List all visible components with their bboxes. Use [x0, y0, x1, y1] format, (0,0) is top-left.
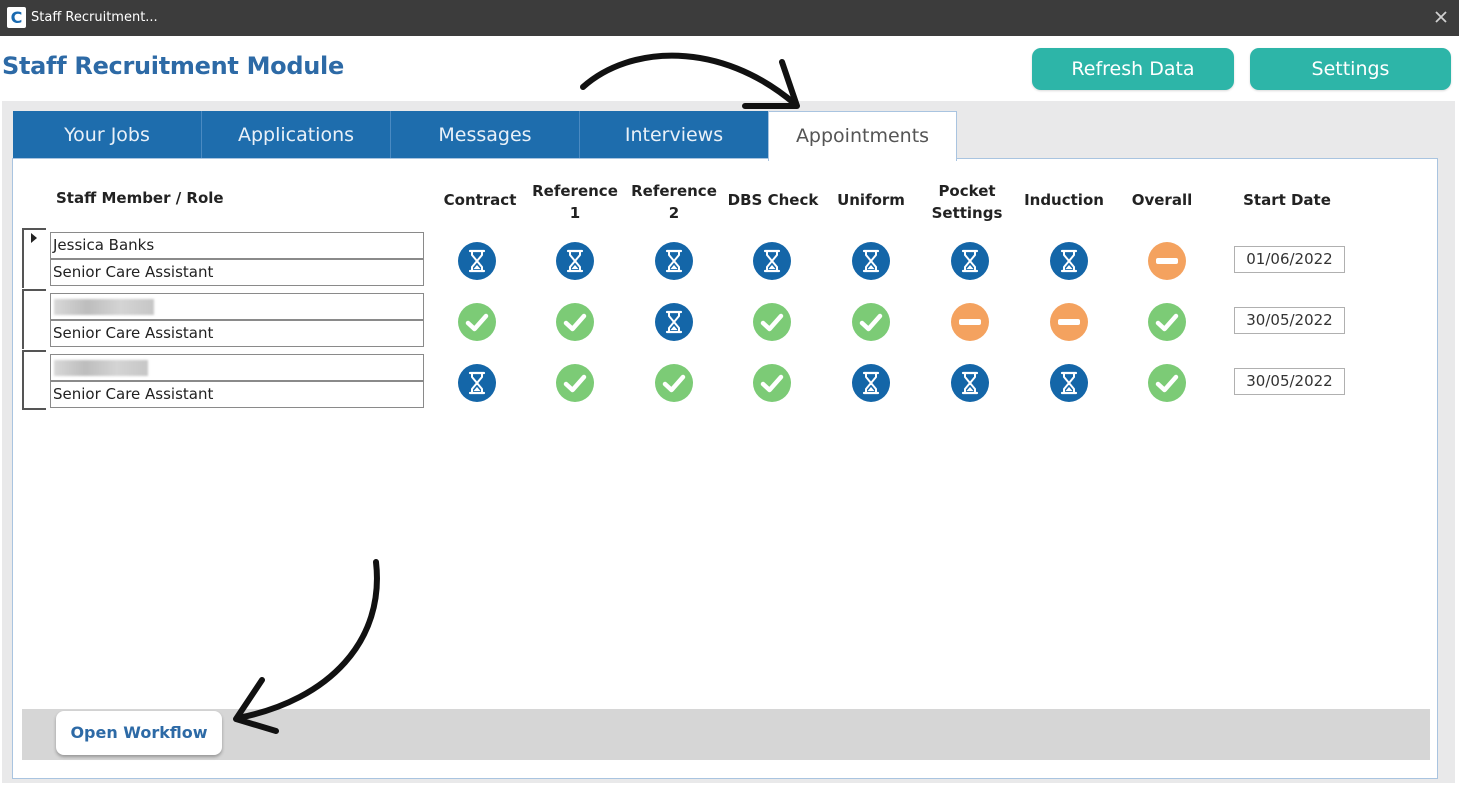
row-selector[interactable] [22, 350, 46, 410]
hourglass-icon[interactable] [457, 241, 497, 281]
minus-circle-icon[interactable] [1147, 241, 1187, 281]
check-circle-icon[interactable] [752, 363, 792, 403]
redacted-name [54, 299, 154, 315]
staff-role-field[interactable]: Senior Care Assistant [50, 259, 424, 286]
check-circle-icon[interactable] [851, 302, 891, 342]
tab-applications[interactable]: Applications [202, 111, 391, 159]
window-title: Staff Recruitment... [31, 10, 158, 25]
hourglass-icon[interactable] [1049, 241, 1089, 281]
tab-appointments[interactable]: Appointments [768, 111, 957, 161]
staff-role-field[interactable]: Senior Care Assistant [50, 320, 424, 347]
hourglass-icon[interactable] [654, 302, 694, 342]
hourglass-icon[interactable] [457, 363, 497, 403]
column-header: DBS Check [727, 191, 819, 209]
column-header: Start Date [1243, 191, 1331, 209]
minus-circle-icon[interactable] [1049, 302, 1089, 342]
window-titlebar: C Staff Recruitment... [0, 0, 1459, 36]
staff-name-field[interactable]: Jessica Banks [50, 232, 424, 259]
column-header: Uniform [837, 191, 905, 209]
hourglass-icon[interactable] [851, 241, 891, 281]
hourglass-icon[interactable] [654, 241, 694, 281]
column-header: Reference 1 [532, 182, 618, 222]
tab-messages[interactable]: Messages [391, 111, 580, 159]
open-workflow-button[interactable]: Open Workflow [56, 711, 222, 755]
arrow-to-appointments-tab [580, 52, 800, 109]
column-header: Reference 2 [631, 182, 717, 222]
tab-your-jobs[interactable]: Your Jobs [13, 111, 202, 159]
start-date-field[interactable]: 30/05/2022 [1234, 368, 1345, 395]
settings-button[interactable]: Settings [1250, 48, 1451, 90]
staff-member-role-header: Staff Member / Role [56, 189, 224, 207]
hourglass-icon[interactable] [950, 363, 990, 403]
app-logo-icon: C [7, 7, 26, 28]
hourglass-icon[interactable] [752, 241, 792, 281]
column-header: Overall [1131, 191, 1193, 209]
check-circle-icon[interactable] [1147, 363, 1187, 403]
column-header: Contract [443, 191, 517, 209]
refresh-data-button[interactable]: Refresh Data [1032, 48, 1234, 90]
hourglass-icon[interactable] [950, 241, 990, 281]
staff-role-field[interactable]: Senior Care Assistant [50, 381, 424, 408]
column-header: Induction [1024, 191, 1104, 209]
close-icon[interactable] [1430, 6, 1452, 28]
redacted-name [54, 360, 148, 376]
start-date-field[interactable]: 01/06/2022 [1234, 246, 1345, 273]
start-date-field[interactable]: 30/05/2022 [1234, 307, 1345, 334]
row-selector[interactable] [22, 289, 46, 349]
check-circle-icon[interactable] [654, 363, 694, 403]
check-circle-icon[interactable] [457, 302, 497, 342]
tab-interviews[interactable]: Interviews [580, 111, 769, 159]
footer-bar [22, 709, 1430, 760]
check-circle-icon[interactable] [752, 302, 792, 342]
check-circle-icon[interactable] [1147, 302, 1187, 342]
staff-name-field[interactable] [50, 354, 424, 381]
column-header: Pocket Settings [931, 182, 1003, 222]
staff-name-field[interactable] [50, 293, 424, 320]
hourglass-icon[interactable] [851, 363, 891, 403]
current-row-indicator-icon [31, 233, 37, 243]
hourglass-icon[interactable] [555, 241, 595, 281]
check-circle-icon[interactable] [555, 302, 595, 342]
minus-circle-icon[interactable] [950, 302, 990, 342]
check-circle-icon[interactable] [555, 363, 595, 403]
hourglass-icon[interactable] [1049, 363, 1089, 403]
page-title: Staff Recruitment Module [2, 52, 344, 80]
